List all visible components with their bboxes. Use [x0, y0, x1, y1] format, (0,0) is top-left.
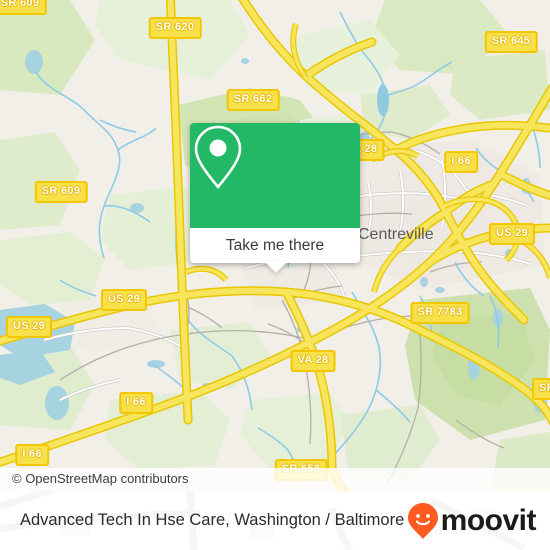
road-shield: I 66 [119, 392, 153, 414]
place-label-centreville: Centreville [358, 226, 434, 243]
road-shield: US 29 [488, 223, 536, 245]
road-shield: SR [532, 378, 550, 400]
road-shield: SR 662 [226, 89, 280, 111]
callout-pin-panel [190, 123, 360, 228]
take-me-there-button[interactable]: Take me there [190, 228, 360, 263]
road-shield: US 29 [100, 289, 148, 311]
footer-bar: Advanced Tech In Hse Care, Washington / … [0, 491, 550, 550]
road-shield: I 66 [444, 151, 478, 173]
moovit-pin-smile-icon [407, 502, 438, 539]
road-shield: VA 28 [290, 350, 336, 372]
moovit-wordmark: moovit [440, 503, 537, 537]
map-pin-icon [194, 125, 242, 190]
station-title: Advanced Tech In Hse Care, Washington / … [20, 511, 405, 529]
road-shield: SR 609 [0, 0, 47, 15]
road-shield: SR 609 [34, 181, 88, 203]
map-canvas[interactable]: Centreville SR 609 SR 620 SR 645 SR 662 VA 2… [0, 0, 550, 491]
map-attribution-bar: © OpenStreetMap contributors [0, 468, 550, 491]
road-shield: SR 620 [148, 17, 202, 39]
callout-tail [265, 262, 287, 273]
moovit-logo[interactable]: moovit [407, 502, 537, 540]
osm-attribution-text[interactable]: © OpenStreetMap contributors [12, 471, 189, 486]
take-me-there-callout[interactable]: Take me there [190, 123, 360, 273]
road-shield: US 29 [5, 316, 53, 338]
moovit-station-card: Centreville SR 609 SR 620 SR 645 SR 662 VA 2… [0, 0, 550, 550]
road-shield: SR 645 [484, 31, 538, 53]
road-shield: SR 7783 [410, 302, 470, 324]
road-shield: I 66 [15, 444, 49, 466]
take-me-there-label: Take me there [225, 236, 325, 254]
